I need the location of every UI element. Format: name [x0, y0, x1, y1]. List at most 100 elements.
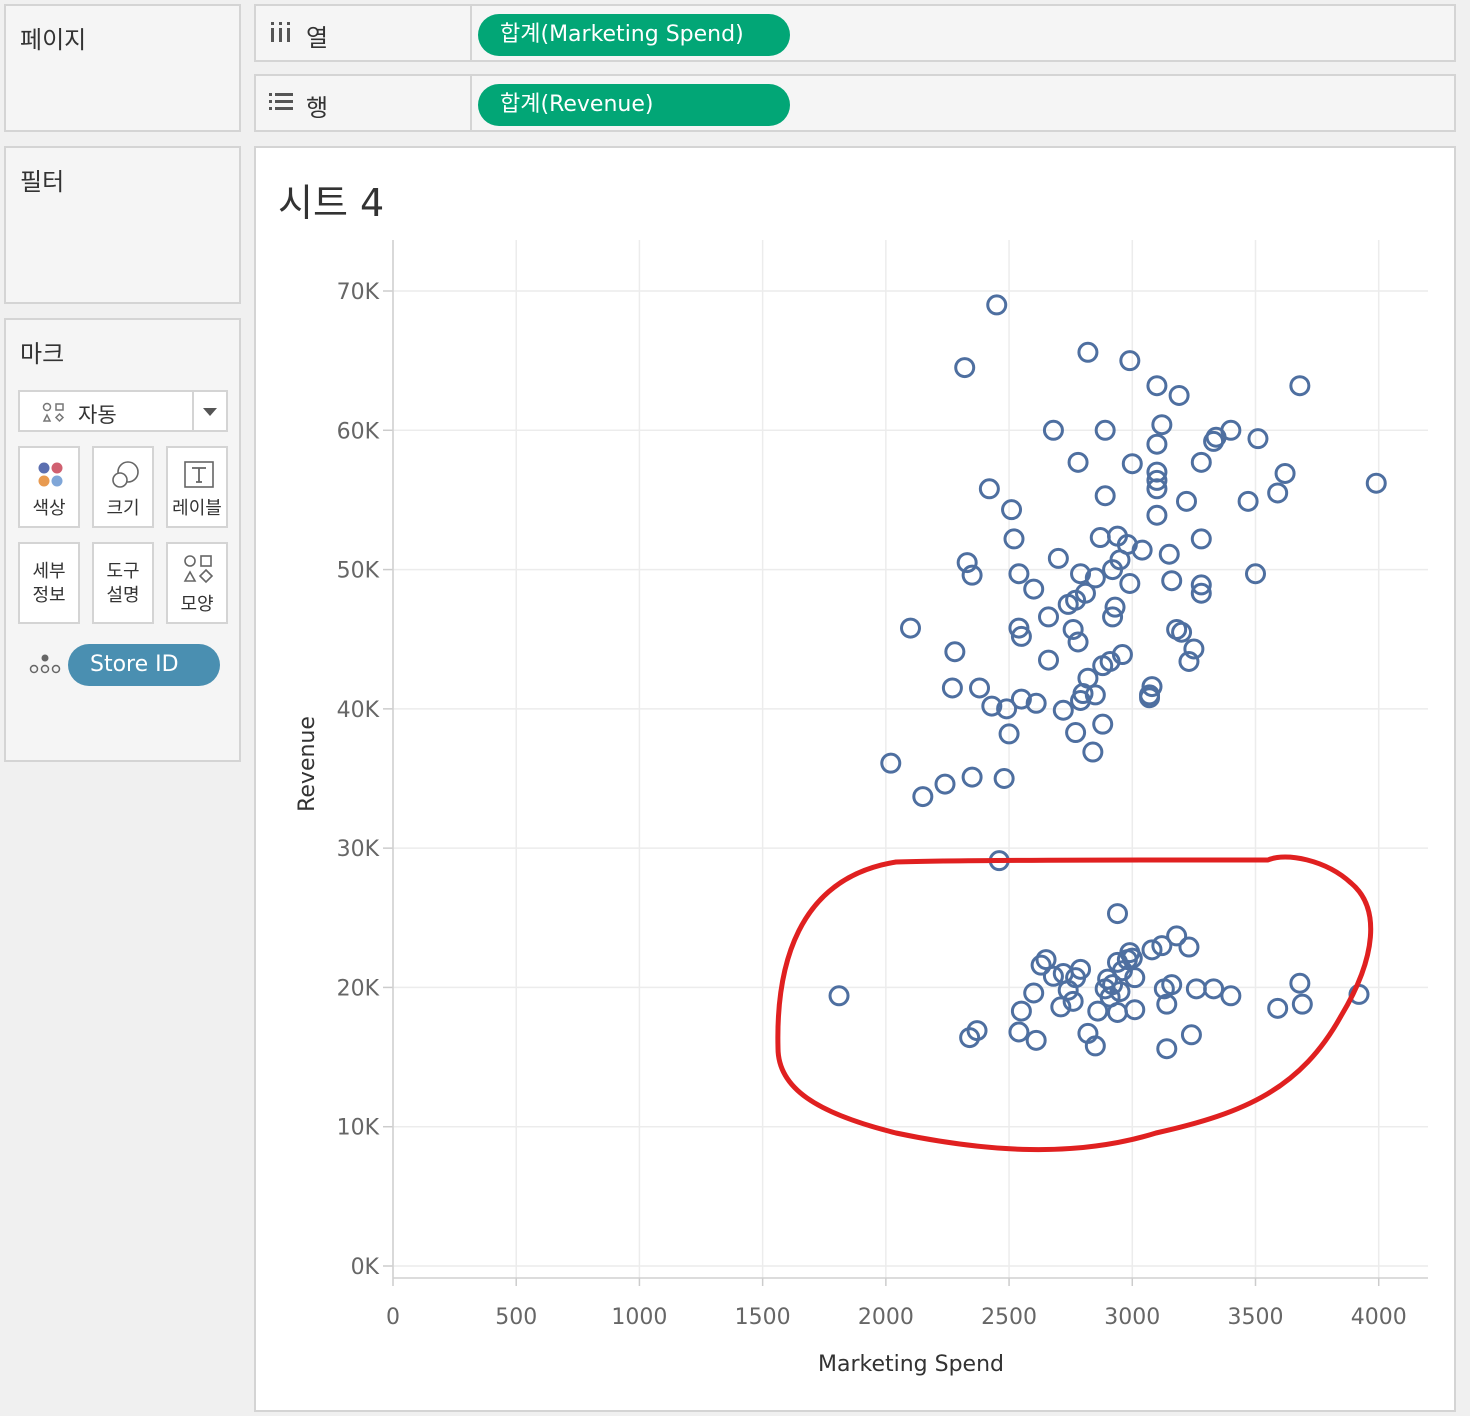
- detail-label-line2: 정보: [32, 585, 66, 606]
- y-tick-label: 10K: [337, 1116, 380, 1141]
- detail-button[interactable]: 세부 정보: [18, 542, 80, 624]
- detail-label-line1: 세부: [32, 561, 66, 582]
- data-point[interactable]: [1067, 451, 1089, 473]
- chevron-down-icon[interactable]: [202, 406, 218, 418]
- shape-button[interactable]: 모양: [166, 542, 228, 624]
- columns-shelf-label: 열: [306, 24, 329, 52]
- data-point[interactable]: [1185, 978, 1207, 1000]
- data-point[interactable]: [1365, 472, 1387, 494]
- rows-shelf[interactable]: 행 합계(Revenue): [254, 74, 1456, 132]
- data-point[interactable]: [1267, 482, 1289, 504]
- data-point[interactable]: [1124, 999, 1146, 1021]
- sheet-view: 시트 4 0 500 1000 1500 2000 2500 3000 3500 4000 0K 1…: [254, 146, 1456, 1412]
- data-point[interactable]: [828, 985, 850, 1007]
- mark-type-dropdown[interactable]: 자동: [18, 390, 228, 432]
- data-point[interactable]: [1107, 903, 1128, 925]
- data-point[interactable]: [1008, 1021, 1030, 1043]
- pages-title: 페이지: [20, 26, 87, 54]
- data-point[interactable]: [1052, 699, 1074, 721]
- x-tick-label: 0: [386, 1305, 400, 1330]
- data-point[interactable]: [1247, 428, 1269, 450]
- tooltip-button[interactable]: 도구 설명: [92, 542, 154, 624]
- columns-icon: [271, 22, 290, 42]
- data-point[interactable]: [1092, 713, 1114, 735]
- data-point[interactable]: [1094, 485, 1116, 507]
- data-point[interactable]: [1220, 985, 1242, 1007]
- filters-panel[interactable]: 필터: [4, 146, 241, 304]
- x-tick-label: 4000: [1351, 1305, 1407, 1330]
- color-icon: [38, 462, 63, 487]
- store-id-pill[interactable]: Store ID: [68, 644, 220, 686]
- revenue-pill[interactable]: 합계(Revenue): [478, 84, 790, 126]
- data-point[interactable]: [1237, 490, 1259, 512]
- x-axis-title: Marketing Spend: [818, 1352, 1004, 1377]
- size-button[interactable]: 크기: [92, 446, 154, 528]
- data-point[interactable]: [1077, 341, 1099, 363]
- data-point[interactable]: [941, 677, 963, 699]
- rows-shelf-label: 행: [306, 94, 329, 122]
- x-tick-label: 2000: [858, 1305, 914, 1330]
- data-point[interactable]: [1107, 1002, 1128, 1023]
- data-point[interactable]: [944, 641, 966, 663]
- data-point[interactable]: [1180, 1024, 1202, 1046]
- data-point[interactable]: [1291, 993, 1313, 1015]
- data-point[interactable]: [1289, 375, 1311, 397]
- data-point[interactable]: [1038, 606, 1059, 628]
- data-point[interactable]: [900, 617, 921, 639]
- data-point[interactable]: [1267, 997, 1289, 1019]
- label-button[interactable]: 레이블: [166, 446, 228, 528]
- data-point[interactable]: [1146, 433, 1168, 455]
- data-point[interactable]: [1065, 722, 1087, 744]
- marketing-spend-pill[interactable]: 합계(Marketing Spend): [478, 14, 790, 56]
- data-point[interactable]: [1190, 451, 1212, 473]
- data-point[interactable]: [1025, 1029, 1047, 1051]
- data-point[interactable]: [880, 752, 902, 774]
- data-point[interactable]: [1156, 1038, 1178, 1060]
- data-point[interactable]: [1176, 490, 1197, 512]
- data-point[interactable]: [1008, 563, 1030, 585]
- data-point[interactable]: [1146, 375, 1168, 397]
- color-button[interactable]: 색상: [18, 446, 80, 528]
- data-point[interactable]: [1178, 936, 1200, 958]
- x-tick-label: 1500: [735, 1305, 791, 1330]
- data-point[interactable]: [978, 478, 1000, 500]
- data-point[interactable]: [1190, 528, 1212, 550]
- data-point[interactable]: [1023, 578, 1045, 600]
- y-tick-label: 70K: [337, 280, 380, 305]
- shape-label: 모양: [180, 594, 214, 615]
- automatic-mark-icon: [42, 402, 65, 423]
- data-point[interactable]: [1119, 350, 1141, 372]
- data-point[interactable]: [1274, 462, 1296, 484]
- data-point[interactable]: [1010, 1000, 1032, 1022]
- data-point[interactable]: [1089, 527, 1111, 549]
- data-point[interactable]: [1119, 573, 1141, 594]
- data-point[interactable]: [934, 773, 956, 795]
- scatter-chart[interactable]: 0 500 1000 1500 2000 2500 3000 3500 4000 0K 10K 20K…: [256, 148, 1454, 1410]
- y-tick-label: 20K: [337, 976, 380, 1001]
- data-point[interactable]: [969, 677, 990, 699]
- data-point[interactable]: [1158, 543, 1180, 565]
- data-point[interactable]: [1168, 384, 1190, 406]
- data-point[interactable]: [1289, 972, 1311, 994]
- data-point[interactable]: [912, 786, 934, 808]
- x-tick-label: 3000: [1104, 1305, 1160, 1330]
- data-point[interactable]: [1003, 528, 1025, 550]
- columns-shelf[interactable]: 열 합계(Marketing Spend): [254, 4, 1456, 62]
- data-point[interactable]: [961, 766, 983, 788]
- y-tick-label: 30K: [337, 837, 380, 862]
- filters-title: 필터: [20, 168, 65, 196]
- data-point[interactable]: [1161, 570, 1183, 592]
- data-point[interactable]: [1203, 978, 1225, 1000]
- data-point[interactable]: [1038, 649, 1059, 671]
- data-point[interactable]: [986, 294, 1008, 316]
- data-point[interactable]: [993, 768, 1015, 789]
- annotation-circle: [775, 854, 1374, 1153]
- data-point[interactable]: [1047, 547, 1069, 569]
- data-point[interactable]: [954, 357, 976, 379]
- data-point[interactable]: [1146, 504, 1168, 526]
- data-point[interactable]: [1082, 741, 1104, 763]
- color-label: 색상: [32, 498, 66, 519]
- data-point[interactable]: [1001, 499, 1023, 521]
- rows-shelf-label-area: 행: [256, 76, 472, 130]
- detail-label: 세부 정보: [20, 560, 78, 608]
